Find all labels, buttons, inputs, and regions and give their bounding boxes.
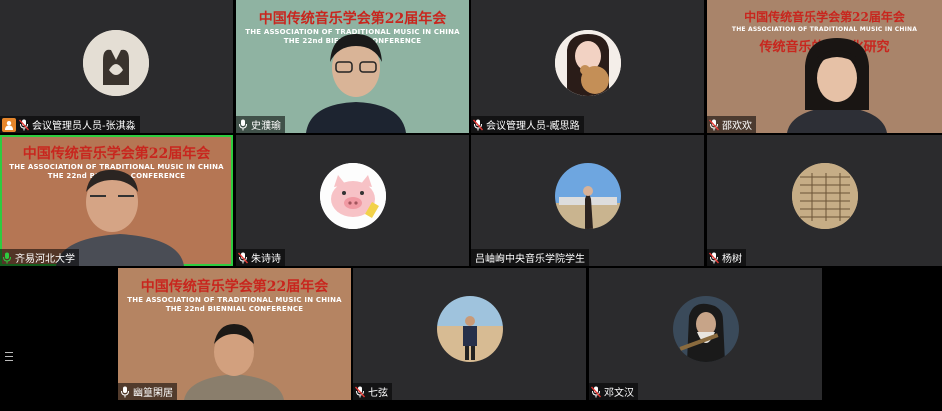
video-tile-yang[interactable]: 杨树 — [707, 135, 942, 266]
avatar-landscape — [555, 163, 621, 229]
banner-en-subtitle: THE 22nd BIENNIAL CONFERENCE — [165, 305, 304, 313]
video-tile-deng[interactable]: 邓文汉 — [589, 268, 822, 400]
mic-muted-icon — [355, 386, 365, 398]
side-panel-handle[interactable] — [5, 352, 13, 364]
participant-name: 会议管理人员-臧思路 — [486, 121, 580, 132]
mic-muted-icon — [473, 119, 483, 131]
participant-label: 会议管理人员-臧思路 — [471, 116, 584, 133]
conference-banner: 中国传统音乐学会第22届年会 THE ASSOCIATION OF TRADIT… — [118, 276, 351, 314]
host-icon — [2, 117, 16, 132]
person-video — [777, 30, 897, 133]
avatar-hands-heart — [83, 30, 149, 96]
participant-label: 齐易河北大学 — [0, 249, 79, 266]
video-tile-shi[interactable]: 中国传统音乐学会第22届年会 THE ASSOCIATION OF TRADIT… — [236, 0, 469, 133]
mic-muted-icon — [238, 252, 248, 264]
mic-muted-icon — [591, 386, 601, 398]
video-tile-lv[interactable]: 吕岫峋中央音乐学院学生 — [471, 135, 704, 266]
participant-name: 杨树 — [722, 254, 742, 265]
participant-name: 幽篁閑居 — [133, 388, 173, 399]
participant-name: 邓文汉 — [604, 388, 634, 399]
avatar-musician-painting — [673, 296, 739, 362]
mic-active-icon — [2, 252, 12, 264]
banner-cn-title: 中国传统音乐学会第22届年会 — [744, 10, 905, 24]
video-tile-qixian[interactable]: 七弦 — [353, 268, 586, 400]
participant-name: 史濮瑜 — [251, 121, 281, 132]
video-tile-zang[interactable]: 会议管理人员-臧思路 — [471, 0, 704, 133]
banner-cn-title: 中国传统音乐学会第22届年会 — [140, 279, 329, 295]
mic-muted-icon — [19, 119, 29, 131]
participant-label: 幽篁閑居 — [118, 383, 177, 400]
banner-en-title: THE ASSOCIATION OF TRADITIONAL MUSIC IN … — [127, 296, 342, 304]
mic-on-icon — [120, 386, 130, 398]
participant-name: 齐易河北大学 — [15, 254, 75, 265]
participant-name: 吕岫峋中央音乐学院学生 — [475, 254, 585, 265]
avatar-beach-man — [437, 296, 503, 362]
video-tile-shao[interactable]: 中国传统音乐学会第22届年会 THE ASSOCIATION OF TRADIT… — [707, 0, 942, 133]
video-tile-youhuang[interactable]: 中国传统音乐学会第22届年会 THE ASSOCIATION OF TRADIT… — [118, 268, 351, 400]
avatar-girl-teddy — [555, 30, 621, 96]
participant-label: 会议管理员人员-张淇淼 — [0, 116, 140, 133]
participant-label: 杨树 — [707, 249, 746, 266]
video-tile-zhu[interactable]: 朱诗诗 — [236, 135, 469, 266]
mic-muted-icon — [709, 119, 719, 131]
participant-label: 邓文汉 — [589, 383, 638, 400]
video-tile-qi-speaking[interactable]: 中国传统音乐学会第22届年会 THE ASSOCIATION OF TRADIT… — [0, 135, 233, 266]
avatar-cartoon-pig — [320, 163, 386, 229]
participant-label: 吕岫峋中央音乐学院学生 — [471, 249, 589, 266]
participant-label: 史濮瑜 — [236, 116, 285, 133]
participant-label: 邵欢欢 — [707, 116, 756, 133]
mic-on-icon — [238, 119, 248, 131]
mic-muted-icon — [709, 252, 719, 264]
participant-name: 会议管理员人员-张淇淼 — [32, 121, 136, 132]
participant-label: 朱诗诗 — [236, 249, 285, 266]
person-video — [174, 316, 294, 400]
participant-name: 邵欢欢 — [722, 121, 752, 132]
person-video — [296, 22, 416, 133]
video-tile-zhang[interactable]: 会议管理员人员-张淇淼 — [0, 0, 233, 133]
avatar-old-manuscript — [792, 163, 858, 229]
participant-label: 七弦 — [353, 383, 392, 400]
participant-name: 朱诗诗 — [251, 254, 281, 265]
participant-name: 七弦 — [368, 388, 388, 399]
